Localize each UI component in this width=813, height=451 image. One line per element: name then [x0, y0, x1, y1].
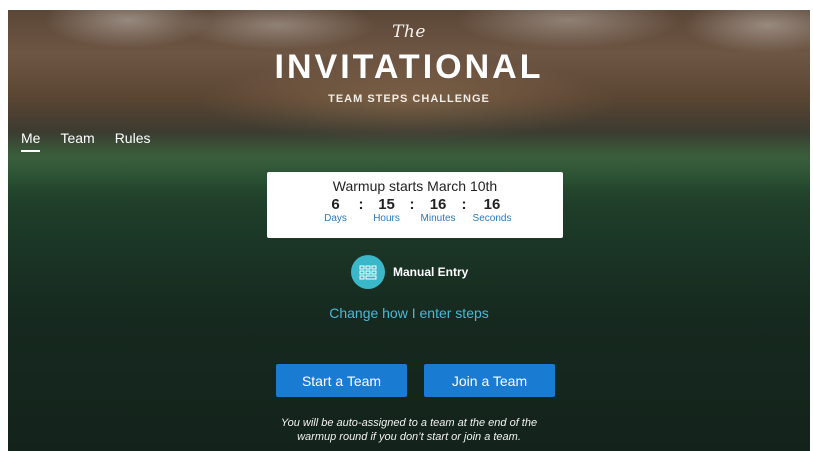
main-nav: Me Team Rules — [21, 130, 150, 152]
countdown-hours-label: Hours — [373, 213, 400, 224]
countdown-seconds-label: Seconds — [472, 213, 512, 224]
countdown-minutes-label: Minutes — [420, 213, 456, 224]
countdown-days-label: Days — [324, 213, 347, 224]
change-entry-method-link[interactable]: Change how I enter steps — [8, 305, 810, 321]
start-team-button[interactable]: Start a Team — [276, 364, 407, 397]
logo-subtitle: TEAM STEPS CHALLENGE — [328, 93, 490, 105]
countdown-hours: 15 Hours — [370, 196, 404, 225]
countdown-minutes: 16 Minutes — [421, 196, 456, 225]
nav-item-team[interactable]: Team — [60, 130, 94, 152]
countdown-hours-value: 15 — [378, 196, 395, 213]
nav-item-me[interactable]: Me — [21, 130, 41, 152]
countdown-days: 6 Days — [319, 196, 353, 225]
auto-assign-note-line2: warmup round if you don’t start or join … — [297, 431, 521, 443]
countdown-card: Warmup starts March 10th 6 Days : 15 Hou… — [267, 172, 563, 238]
countdown-seconds: 16 Seconds — [473, 196, 512, 225]
logo-title: INVITATIONAL — [274, 48, 544, 86]
keypad-icon — [351, 255, 385, 289]
countdown-minutes-value: 16 — [429, 196, 447, 213]
countdown-separator: : — [358, 196, 364, 213]
countdown-days-value: 6 — [331, 196, 340, 213]
countdown-title: Warmup starts March 10th — [332, 178, 498, 194]
countdown-timer: 6 Days : 15 Hours : 16 Minutes : 16 Seco… — [267, 196, 563, 225]
manual-entry-label: Manual Entry — [393, 265, 469, 279]
manual-entry-status: Manual Entry — [351, 255, 468, 289]
join-team-button[interactable]: Join a Team — [424, 364, 555, 397]
auto-assign-note: You will be auto-assigned to a team at t… — [8, 416, 810, 444]
countdown-separator: : — [461, 196, 467, 213]
logo-the: The — [392, 22, 426, 42]
countdown-seconds-value: 16 — [483, 196, 501, 213]
app-container: The INVITATIONAL TEAM STEPS CHALLENGE Me… — [8, 10, 810, 451]
countdown-separator: : — [409, 196, 415, 213]
nav-item-rules[interactable]: Rules — [115, 130, 151, 152]
auto-assign-note-line1: You will be auto-assigned to a team at t… — [280, 417, 538, 429]
